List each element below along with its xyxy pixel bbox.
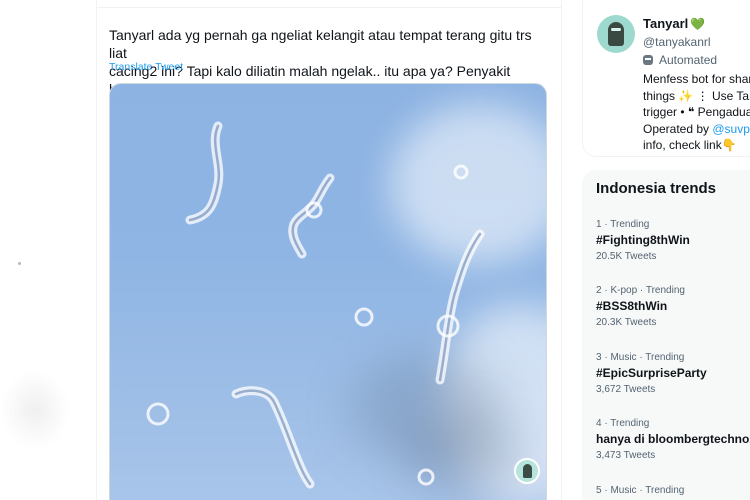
floater-worms xyxy=(146,121,485,489)
blurred-nav-element xyxy=(0,370,70,450)
automated-label: Automated xyxy=(643,53,717,67)
trend-count: 20.3K Tweets xyxy=(596,317,657,328)
trends-panel: Indonesia trends 1 · Trending #Fighting8… xyxy=(582,170,750,500)
trend-name: #BSS8thWin xyxy=(596,299,668,313)
trend-meta: 4 · Trending xyxy=(596,418,650,429)
bio-line: things ✨ ⋮ Use Tany xyxy=(643,88,750,103)
bio-line: Operated by xyxy=(643,121,713,136)
watermark-avatar-icon xyxy=(514,458,540,484)
trend-item[interactable]: 3 · Music · Trending #EpicSurpriseParty … xyxy=(596,352,750,395)
trend-item[interactable]: 4 · Trending hanya di bloombergtechnoz 3… xyxy=(596,418,750,461)
profile-name[interactable]: Tanyarl 💚 xyxy=(643,16,705,31)
trend-meta: 2 · K-pop · Trending xyxy=(596,285,685,296)
profile-handle[interactable]: @tanyakanrl xyxy=(643,35,711,49)
trends-title: Indonesia trends xyxy=(596,180,717,197)
profile-name-text: Tanyarl xyxy=(643,16,689,31)
bio-line: trigger • ❝ Pengaduar xyxy=(643,105,750,119)
translate-tweet-link[interactable]: Translate Tweet xyxy=(109,61,183,73)
trend-item[interactable]: 1 · Trending #Fighting8thWin 20.5K Tweet… xyxy=(596,219,750,262)
tweet-detail-column: Tanyarl ada yg pernah ga ngeliat kelangi… xyxy=(96,0,562,500)
operator-link[interactable]: @suvpe xyxy=(712,122,750,136)
bio-line: Menfess bot for shar xyxy=(643,72,750,86)
trend-count: 20.5K Tweets xyxy=(596,251,657,262)
automated-text: Automated xyxy=(659,53,718,67)
trend-meta: 3 · Music · Trending xyxy=(596,352,685,363)
trend-meta: 5 · Music · Trending xyxy=(596,485,685,496)
profile-card[interactable]: Tanyarl 💚 @tanyakanrl Automated Menfess b… xyxy=(582,0,750,157)
tweet-photo[interactable] xyxy=(109,83,547,500)
nav-dot xyxy=(18,262,21,265)
top-divider xyxy=(97,0,561,8)
trend-item[interactable]: 5 · Music · Trending xyxy=(596,485,750,496)
profile-bio: Menfess bot for shar things ✨ ⋮ Use Tany… xyxy=(643,71,750,154)
trend-name: #Fighting8thWin xyxy=(596,233,690,247)
green-heart-icon: 💚 xyxy=(690,17,706,31)
trend-count: 3,672 Tweets xyxy=(596,384,656,395)
right-sidebar: Tanyarl 💚 @tanyakanrl Automated Menfess b… xyxy=(582,0,750,500)
left-navigation-gutter xyxy=(0,0,96,500)
trend-name: hanya di bloombergtechnoz xyxy=(596,432,750,446)
trend-name: #EpicSurpriseParty xyxy=(596,366,707,380)
profile-avatar[interactable] xyxy=(597,15,635,53)
trend-count: 3,473 Tweets xyxy=(596,450,656,461)
bio-line: info, check link👇 xyxy=(643,138,737,152)
robot-icon xyxy=(643,55,653,65)
trend-item[interactable]: 2 · K-pop · Trending #BSS8thWin 20.3K Tw… xyxy=(596,285,750,328)
trend-meta: 1 · Trending xyxy=(596,219,650,230)
